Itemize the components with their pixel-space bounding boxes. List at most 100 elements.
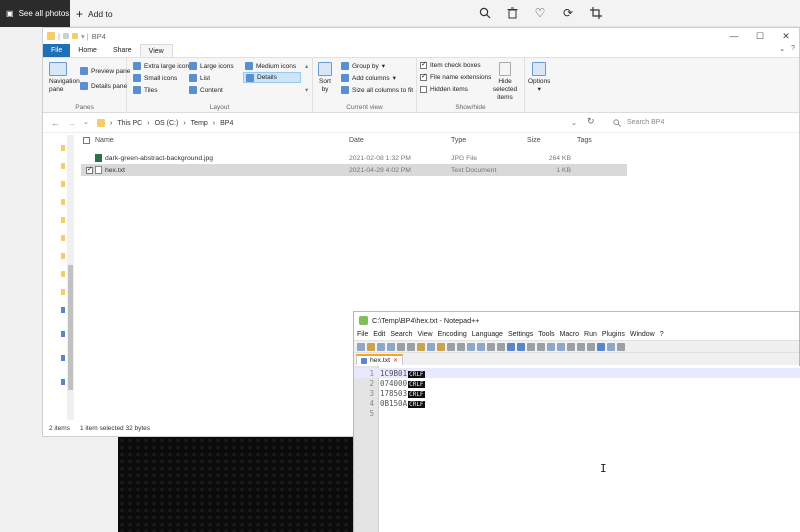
add-to-button[interactable]: + Add to bbox=[76, 0, 113, 27]
paste-icon[interactable] bbox=[437, 342, 445, 351]
zoom-in-icon[interactable] bbox=[487, 342, 495, 351]
add-columns-button[interactable]: Add columns ▾ bbox=[341, 74, 396, 82]
nav-pane-scroll-thumb[interactable] bbox=[68, 265, 73, 390]
column-name[interactable]: Name bbox=[95, 137, 114, 144]
menu-encoding[interactable]: Encoding bbox=[438, 331, 467, 338]
select-all-checkbox[interactable] bbox=[83, 137, 90, 144]
tab-home[interactable]: Home bbox=[70, 44, 105, 57]
save-all-icon[interactable] bbox=[387, 342, 395, 351]
recent-locations-icon[interactable]: ⌄ bbox=[83, 118, 89, 128]
table-row[interactable]: hex.txt 2021-04-29 4:02 PM Text Document… bbox=[81, 164, 627, 176]
quick-access-icon[interactable] bbox=[62, 33, 69, 39]
hide-selected-button[interactable]: Hide selected items bbox=[487, 62, 523, 102]
code-line[interactable]: 3 178503 CRLF bbox=[354, 388, 800, 398]
zoom-out-icon[interactable] bbox=[497, 342, 505, 351]
indent-guide-icon[interactable] bbox=[537, 342, 545, 351]
function-list-icon[interactable] bbox=[557, 342, 565, 351]
record-macro-icon[interactable] bbox=[567, 342, 575, 351]
save-icon[interactable] bbox=[377, 342, 385, 351]
options-button[interactable]: Options ▾ bbox=[528, 62, 550, 93]
column-tags[interactable]: Tags bbox=[577, 137, 592, 144]
forward-arrow-icon[interactable]: → bbox=[67, 118, 76, 128]
tab-view[interactable]: View bbox=[139, 44, 173, 57]
code-line[interactable]: 4 0B150A CRLF bbox=[354, 398, 800, 408]
file-name-extensions-toggle[interactable]: File name extensions bbox=[420, 72, 491, 81]
breadcrumb-temp[interactable]: Temp bbox=[191, 120, 208, 127]
menu-search[interactable]: Search bbox=[390, 331, 412, 338]
find-icon[interactable] bbox=[467, 342, 475, 351]
show-all-characters-icon[interactable] bbox=[527, 342, 535, 351]
delete-icon[interactable] bbox=[505, 6, 519, 20]
table-row[interactable]: dark-green-abstract-background.jpg 2021-… bbox=[81, 152, 627, 164]
help-icon[interactable]: ? bbox=[791, 45, 795, 53]
folder-icon[interactable] bbox=[61, 235, 65, 241]
print-icon[interactable] bbox=[407, 342, 415, 351]
close-tab-icon[interactable]: ✕ bbox=[393, 357, 398, 364]
redo-icon[interactable] bbox=[457, 342, 465, 351]
folder-icon[interactable] bbox=[61, 181, 65, 187]
size-all-columns-button[interactable]: Size all columns to fit bbox=[341, 86, 413, 94]
monitoring-icon[interactable] bbox=[597, 342, 605, 351]
new-file-icon[interactable] bbox=[357, 342, 365, 351]
menu-tools[interactable]: Tools bbox=[538, 331, 554, 338]
save-macro-icon[interactable] bbox=[607, 342, 615, 351]
menu-edit[interactable]: Edit bbox=[373, 331, 385, 338]
group-by-button[interactable]: Group by ▾ bbox=[341, 62, 385, 70]
layout-small-icons[interactable]: Small icons bbox=[133, 74, 177, 82]
zoom-icon[interactable] bbox=[478, 6, 492, 20]
drive-icon[interactable] bbox=[61, 331, 65, 337]
folder-icon[interactable] bbox=[61, 217, 65, 223]
close-file-icon[interactable] bbox=[397, 342, 405, 351]
address-dropdown-icon[interactable]: ⌄ bbox=[571, 119, 577, 127]
favorite-icon[interactable]: ♡ bbox=[533, 6, 547, 20]
doc-map-icon[interactable] bbox=[547, 342, 555, 351]
folder-icon[interactable] bbox=[61, 289, 65, 295]
folder-icon[interactable] bbox=[61, 145, 65, 151]
search-input[interactable]: Search BP4 bbox=[609, 115, 799, 130]
layout-extra-large-icons[interactable]: Extra large icons bbox=[133, 62, 192, 70]
menu-language[interactable]: Language bbox=[472, 331, 503, 338]
code-line[interactable]: 5 bbox=[354, 408, 800, 418]
sort-by-button[interactable]: Sort by bbox=[318, 62, 332, 94]
play-macro-icon[interactable] bbox=[587, 342, 595, 351]
undo-icon[interactable] bbox=[447, 342, 455, 351]
navigation-pane-button[interactable]: Navigation pane bbox=[49, 62, 80, 94]
tab-share[interactable]: Share bbox=[105, 44, 140, 57]
chevron-down-icon[interactable]: ⌄ bbox=[779, 45, 785, 53]
column-date[interactable]: Date bbox=[349, 137, 364, 144]
close-button[interactable]: ✕ bbox=[773, 28, 799, 44]
preview-pane-button[interactable]: Preview pane bbox=[80, 67, 130, 75]
breadcrumb-drive[interactable]: OS (C:) bbox=[155, 120, 179, 127]
maximize-button[interactable]: ☐ bbox=[747, 28, 773, 44]
run-icon[interactable] bbox=[617, 342, 625, 351]
stop-macro-icon[interactable] bbox=[577, 342, 585, 351]
drive-icon[interactable] bbox=[61, 355, 65, 361]
drive-icon[interactable] bbox=[61, 307, 65, 313]
layout-tiles[interactable]: Tiles bbox=[133, 86, 157, 94]
layout-details[interactable]: Details bbox=[243, 72, 301, 83]
menu-macro[interactable]: Macro bbox=[560, 331, 579, 338]
folder-icon[interactable] bbox=[61, 163, 65, 169]
item-check-boxes-checkbox[interactable] bbox=[420, 60, 427, 69]
item-check-boxes-toggle[interactable]: Item check boxes bbox=[420, 60, 481, 69]
notepad-editor[interactable]: 1 1C9B01 CRLF 2 074000 CRLF 3 178503 CRLF 4… bbox=[354, 366, 800, 532]
tab-file[interactable]: File bbox=[43, 44, 71, 57]
layout-list[interactable]: List bbox=[189, 74, 210, 82]
new-folder-icon[interactable] bbox=[71, 33, 78, 39]
word-wrap-icon[interactable] bbox=[517, 342, 525, 351]
column-type[interactable]: Type bbox=[451, 137, 466, 144]
minimize-button[interactable]: — bbox=[721, 28, 747, 44]
code-line[interactable]: 1 1C9B01 CRLF bbox=[354, 368, 800, 378]
rotate-icon[interactable]: ⟳ bbox=[561, 6, 575, 20]
layout-expand-button[interactable]: ▾ bbox=[305, 86, 308, 94]
see-all-photos-button[interactable]: ▣ See all photos bbox=[0, 0, 70, 27]
hidden-items-checkbox[interactable] bbox=[420, 86, 427, 93]
back-arrow-icon[interactable]: ← bbox=[51, 118, 60, 128]
tab-hex-txt[interactable]: hex.txt ✕ bbox=[356, 354, 404, 365]
column-size[interactable]: Size bbox=[527, 137, 577, 144]
menu-settings[interactable]: Settings bbox=[508, 331, 533, 338]
folder-icon[interactable] bbox=[61, 271, 65, 277]
menu-run[interactable]: Run bbox=[584, 331, 597, 338]
copy-icon[interactable] bbox=[427, 342, 435, 351]
layout-medium-icons[interactable]: Medium icons bbox=[245, 62, 296, 70]
